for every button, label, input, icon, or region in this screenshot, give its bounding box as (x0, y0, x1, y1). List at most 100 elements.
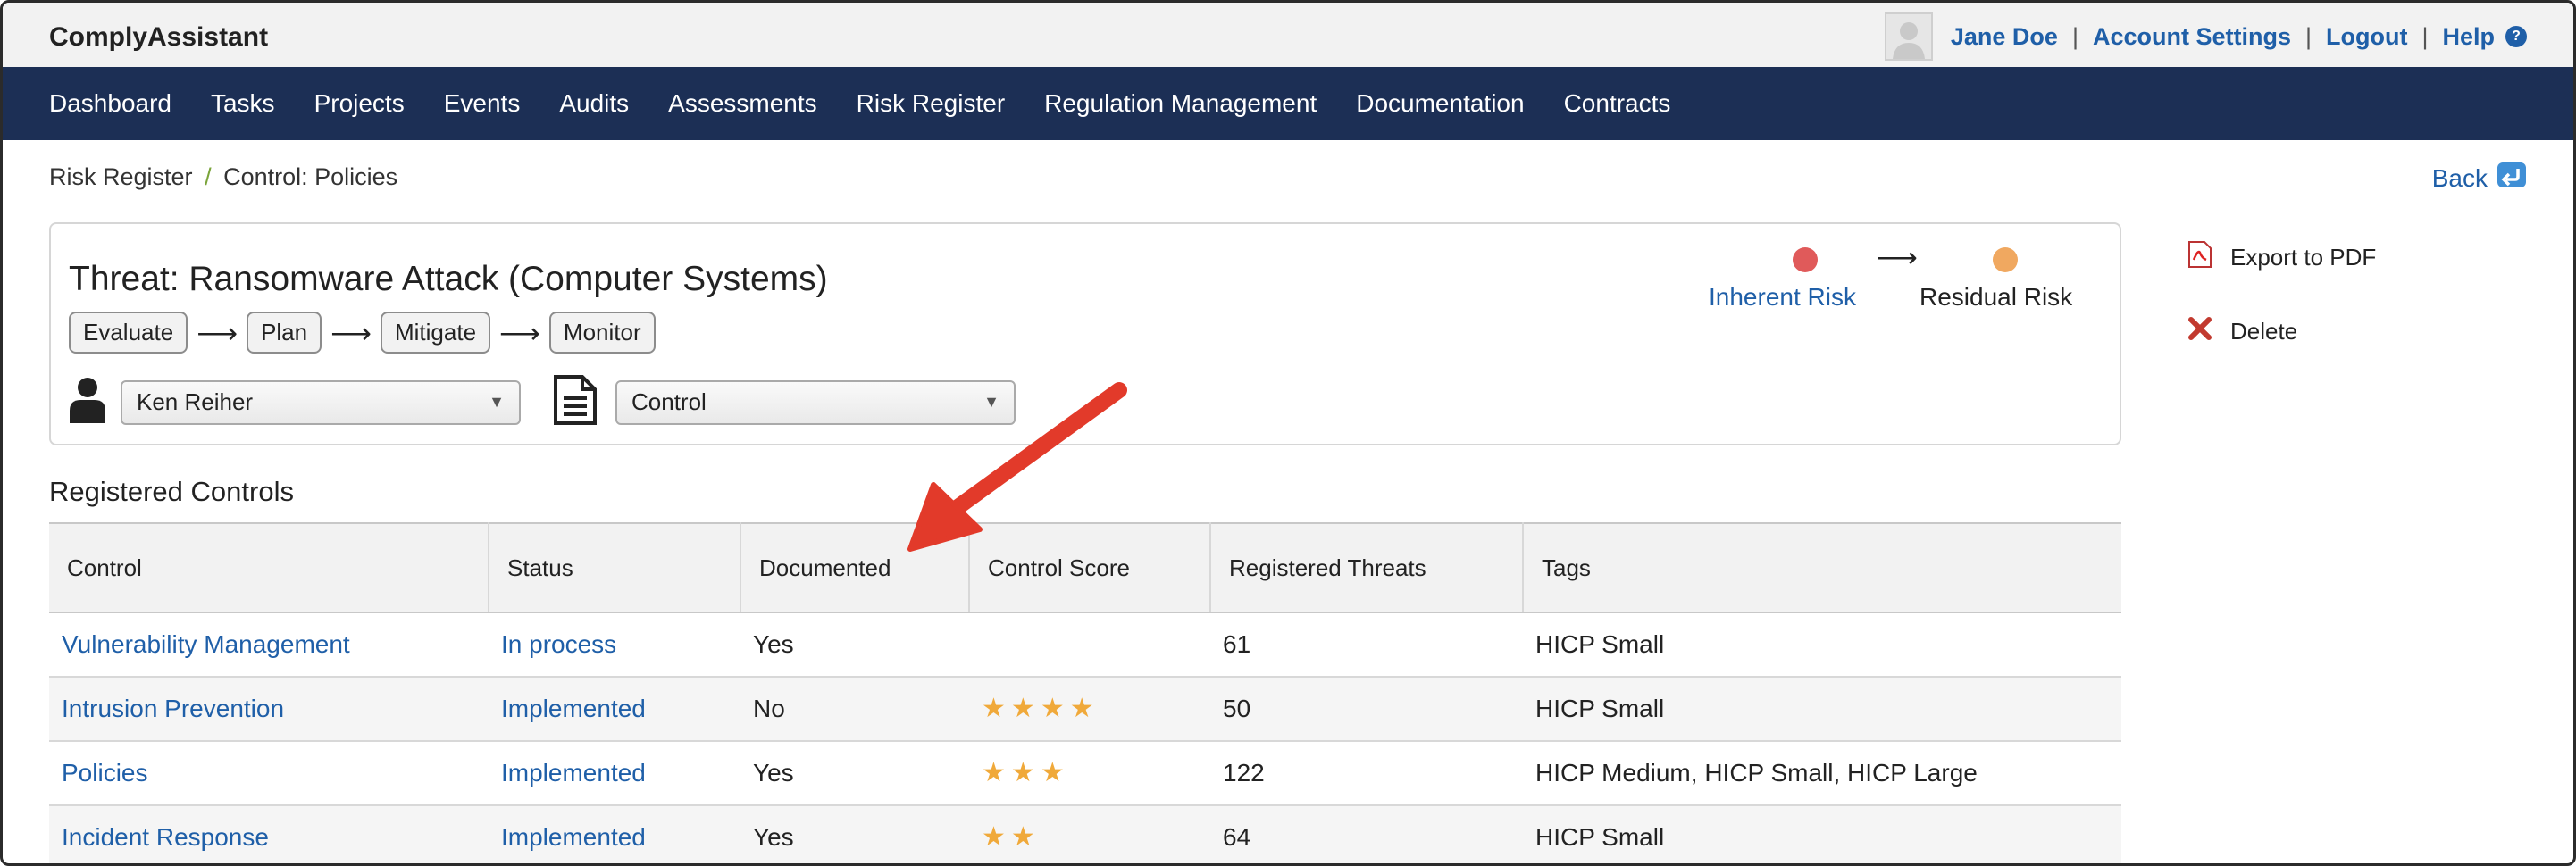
control-score-cell: ★ ★ ★ ★ (969, 677, 1210, 742)
status-link[interactable]: Implemented (489, 677, 740, 742)
nav-regulation-management[interactable]: Regulation Management (1044, 89, 1317, 118)
export-pdf-button[interactable]: Export to PDF (2187, 240, 2376, 275)
registered-threats-cell-text: 122 (1223, 759, 1265, 787)
nav-risk-register[interactable]: Risk Register (857, 89, 1005, 118)
column-header-registered-threats[interactable]: Registered Threats (1210, 522, 1524, 613)
user-menu: Jane Doe | Account Settings | Logout | H… (1884, 12, 2527, 62)
control-score-cell: ★ ★ ★ (969, 741, 1210, 806)
back-label: Back (2431, 163, 2488, 192)
control-name-link-text[interactable]: Policies (62, 759, 147, 787)
stage-monitor[interactable]: Monitor (548, 312, 656, 354)
column-header-documented[interactable]: Documented (740, 522, 970, 613)
registered-threats-cell: 61 (1210, 612, 1523, 678)
star-icon: ★ (1010, 758, 1035, 787)
documented-cell: No (740, 677, 969, 742)
back-button[interactable]: Back (2432, 162, 2527, 195)
stage-mitigate[interactable]: Mitigate (380, 312, 491, 354)
delete-button[interactable]: Delete (2187, 316, 2376, 347)
arrow-right-icon: ⟶ (1877, 241, 1918, 273)
column-header-status[interactable]: Status (489, 522, 741, 613)
nav-events[interactable]: Events (444, 89, 521, 118)
table-header-row: Control Status Documented Control Score … (49, 522, 2121, 613)
document-icon (553, 374, 598, 430)
column-header-tags[interactable]: Tags (1523, 522, 2121, 613)
control-score-cell (969, 612, 1210, 678)
inherent-risk-link[interactable]: Inherent Risk (1709, 283, 1856, 312)
control-name-link-text[interactable]: Incident Response (62, 823, 269, 851)
account-settings-link[interactable]: Account Settings (2093, 23, 2291, 51)
nav-audits[interactable]: Audits (559, 89, 629, 118)
star-icon: ★ (982, 694, 1006, 723)
nav-assessments[interactable]: Assessments (668, 89, 817, 118)
arrow-right-icon: ⟶ (197, 316, 238, 349)
registered-threats-cell: 50 (1210, 677, 1523, 742)
main-nav: Dashboard Tasks Projects Events Audits A… (3, 67, 2573, 140)
threat-panel: Threat: Ransomware Attack (Computer Syst… (49, 222, 2121, 445)
documented-cell: Yes (740, 805, 969, 863)
column-header-control[interactable]: Control (49, 522, 489, 613)
tags-cell: HICP Small (1523, 677, 2121, 742)
app-window: ComplyAssistant Jane Doe | Account Setti… (0, 0, 2576, 866)
control-name-link[interactable]: Policies (49, 741, 489, 806)
star-icon: ★ (1010, 822, 1035, 852)
nav-projects[interactable]: Projects (314, 89, 405, 118)
star-icon: ★ (1010, 694, 1035, 723)
stage-evaluate[interactable]: Evaluate (69, 312, 188, 354)
user-name-link[interactable]: Jane Doe (1951, 23, 2058, 51)
star-icon: ★ (1069, 694, 1094, 723)
control-name-link[interactable]: Vulnerability Management (49, 612, 489, 678)
chevron-down-icon: ▼ (983, 393, 999, 411)
breadcrumb-parent-link[interactable]: Risk Register (49, 163, 193, 190)
type-select[interactable]: Control ▼ (615, 379, 1016, 425)
stage-plan[interactable]: Plan (247, 312, 322, 354)
control-name-link[interactable]: Incident Response (49, 805, 489, 863)
chevron-down-icon: ▼ (489, 393, 505, 411)
help-icon[interactable]: ? (2505, 26, 2527, 47)
owner-row: Ken Reiher ▼ Control ▼ (69, 374, 1016, 430)
control-name-link-text[interactable]: Vulnerability Management (62, 630, 350, 658)
status-link-text[interactable]: Implemented (501, 695, 646, 722)
nav-contracts[interactable]: Contracts (1564, 89, 1671, 118)
owner-select-value: Ken Reiher (137, 388, 254, 415)
app-title: ComplyAssistant (49, 22, 269, 52)
nav-documentation[interactable]: Documentation (1356, 89, 1524, 118)
table-row[interactable]: Vulnerability Management In process Yes 61 H… (49, 612, 2121, 678)
star-icon: ★ (1040, 694, 1065, 723)
status-link[interactable]: Implemented (489, 805, 740, 863)
separator: | (2304, 22, 2312, 50)
breadcrumb-separator: / (205, 163, 212, 190)
table-row[interactable]: Policies Implemented Yes ★ ★ ★ 122 HICP Medium,… (49, 741, 2121, 806)
status-link[interactable]: Implemented (489, 741, 740, 806)
column-header-control-score[interactable]: Control Score (969, 522, 1211, 613)
threat-title: Threat: Ransomware Attack (Computer Syst… (69, 260, 828, 298)
status-link-text[interactable]: Implemented (501, 759, 646, 787)
tags-cell-text: HICP Small (1535, 630, 1665, 658)
control-name-link-text[interactable]: Intrusion Prevention (62, 695, 284, 722)
documented-cell: Yes (740, 612, 969, 678)
residual-risk-indicator (1993, 247, 2018, 272)
table-row[interactable]: Incident Response Implemented Yes ★ ★ 64 HICP … (49, 805, 2121, 863)
owner-select[interactable]: Ken Reiher ▼ (121, 379, 521, 425)
control-score-cell: ★ ★ (969, 805, 1210, 863)
delete-label: Delete (2230, 318, 2298, 345)
status-link[interactable]: In process (489, 612, 740, 678)
tags-cell: HICP Small (1523, 805, 2121, 863)
status-link-text[interactable]: In process (501, 630, 616, 658)
side-actions: Export to PDF Delete (2187, 240, 2376, 388)
tags-cell-text: HICP Small (1535, 823, 1665, 851)
table-row[interactable]: Intrusion Prevention Implemented No ★ ★ ★ ★ 50 H… (49, 677, 2121, 742)
star-icon: ★ (1040, 758, 1065, 787)
control-name-link[interactable]: Intrusion Prevention (49, 677, 489, 742)
avatar-icon[interactable] (1884, 12, 1933, 61)
status-link-text[interactable]: Implemented (501, 823, 646, 851)
documented-cell-text: Yes (753, 823, 794, 851)
registered-threats-cell: 64 (1210, 805, 1523, 863)
documented-cell-text: Yes (753, 759, 794, 787)
nav-tasks[interactable]: Tasks (211, 89, 275, 118)
help-link[interactable]: Help (2442, 23, 2495, 51)
separator: | (2071, 22, 2078, 50)
pdf-icon (2187, 240, 2212, 275)
star-rating: ★ ★ ★ ★ (982, 695, 1210, 722)
logout-link[interactable]: Logout (2326, 23, 2407, 51)
nav-dashboard[interactable]: Dashboard (49, 89, 171, 118)
